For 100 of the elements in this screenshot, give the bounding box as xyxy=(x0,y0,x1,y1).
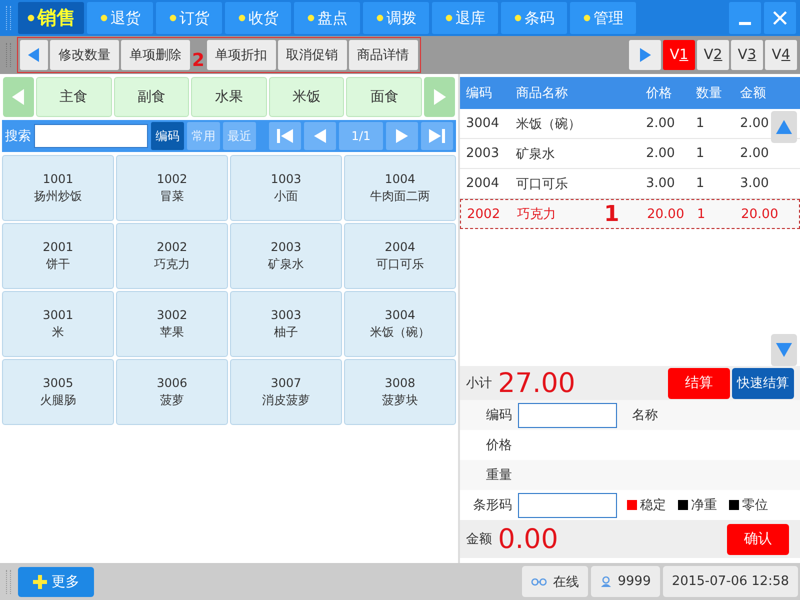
code-field[interactable] xyxy=(518,402,617,428)
product-button[interactable]: 3002 苹果 xyxy=(116,291,228,357)
product-button[interactable]: 2003 矿泉水 xyxy=(230,223,342,289)
more-button[interactable]: 更多 xyxy=(18,566,94,596)
tab-icon xyxy=(444,14,452,22)
table-cell-text: 3.00 xyxy=(646,176,676,191)
prev-page-button[interactable] xyxy=(304,122,336,150)
tab-icon xyxy=(514,14,522,22)
left-arrow-icon xyxy=(28,48,40,62)
product-button[interactable]: 1004 牛肉面二两 xyxy=(344,155,456,221)
first-page-icon xyxy=(277,129,293,143)
table-cell-text: 2004 xyxy=(465,176,500,191)
tab-icon xyxy=(376,14,384,22)
last-page-icon xyxy=(429,129,445,143)
table-cell-text: 2.00 xyxy=(740,146,770,161)
version-button[interactable]: V4 xyxy=(765,40,797,70)
link-icon xyxy=(530,578,547,586)
category-next-button[interactable] xyxy=(424,77,455,117)
close-button[interactable] xyxy=(764,2,796,34)
toolbar-button[interactable]: 单项折扣 xyxy=(206,40,276,70)
up-arrow-icon xyxy=(776,120,792,134)
close-icon xyxy=(772,10,788,26)
table-cell-text: 可口可乐 xyxy=(516,176,569,192)
version-button[interactable]: V3 xyxy=(731,40,763,70)
barcode-field[interactable] xyxy=(518,492,617,518)
tab-icon xyxy=(100,14,108,22)
code-label: 编码 xyxy=(485,407,512,424)
table-cell-text: 矿泉水 xyxy=(516,146,556,162)
menu-tab[interactable]: 销售 xyxy=(18,2,84,34)
product-button[interactable]: 3005 火腿肠 xyxy=(2,359,114,425)
user-icon xyxy=(600,576,612,588)
table-cell-text: 2.00 xyxy=(740,116,770,131)
table-cell-text: 20.00 xyxy=(741,206,780,222)
product-button[interactable]: 3006 菠萝 xyxy=(116,359,228,425)
next-page-button[interactable] xyxy=(386,122,418,150)
minimize-button[interactable] xyxy=(729,2,761,34)
barcode-label: 条形码 xyxy=(472,497,512,514)
table-cell-text: 3.00 xyxy=(740,176,770,191)
product-button[interactable]: 3001 米 xyxy=(2,291,114,357)
indicator-label: 稳定 xyxy=(640,497,666,514)
down-arrow-icon xyxy=(776,343,792,357)
annotation-number: 1 xyxy=(604,204,620,226)
search-field[interactable] xyxy=(34,124,148,148)
product-button[interactable]: 2002 巧克力 xyxy=(116,223,228,289)
product-button[interactable]: 2004 可口可乐 xyxy=(344,223,456,289)
table-cell-text: 巧克力 xyxy=(517,206,557,223)
tab-icon xyxy=(306,14,314,22)
amount-value: 0.00 xyxy=(498,524,558,554)
toolbar-button[interactable]: 取消促销 xyxy=(278,40,347,70)
scroll-up-button[interactable] xyxy=(771,111,797,143)
category-prev-button[interactable] xyxy=(3,77,34,117)
minimize-icon xyxy=(739,22,751,24)
page-indicator: 1/1 xyxy=(339,122,383,150)
confirm-button[interactable]: 确认 xyxy=(727,524,789,554)
plus-icon xyxy=(32,574,46,588)
name-label: 名称 xyxy=(632,407,658,424)
tab-icon xyxy=(26,14,34,22)
search-mode-button[interactable]: 编码 xyxy=(151,122,184,150)
column-header: 编码 xyxy=(465,85,493,102)
settle-button[interactable]: 结算 xyxy=(668,368,730,398)
category-button[interactable]: 米饭 xyxy=(268,77,344,117)
table-cell-text: 2002 xyxy=(466,206,502,222)
table-cell-text: 1 xyxy=(696,146,706,161)
clock: 2015-07-06 12:58 xyxy=(662,566,798,597)
scroll-left-button[interactable] xyxy=(20,40,48,70)
order-row[interactable]: 2002 巧克力 1 20.00 1 20.00 xyxy=(460,199,800,229)
product-button[interactable]: 3003 柚子 xyxy=(230,291,342,357)
online-status: 在线 xyxy=(522,566,588,597)
first-page-button[interactable] xyxy=(269,122,301,150)
category-button[interactable]: 面食 xyxy=(346,77,422,117)
scroll-right-button[interactable] xyxy=(629,40,661,70)
category-button[interactable]: 主食 xyxy=(36,77,112,117)
column-header: 金额 xyxy=(740,85,767,102)
toolbar-button[interactable]: 修改数量 xyxy=(50,40,119,70)
version-button[interactable]: V2 xyxy=(697,40,729,70)
product-button[interactable]: 1001 扬州炒饭 xyxy=(2,155,114,221)
version-button[interactable]: V1 xyxy=(663,40,695,70)
left-arrow-icon xyxy=(314,129,326,143)
product-button[interactable]: 1002 冒菜 xyxy=(116,155,228,221)
toolbar-button[interactable]: 商品详情 xyxy=(348,40,418,70)
product-button[interactable]: 3007 消皮菠萝 xyxy=(230,359,342,425)
category-button[interactable]: 水果 xyxy=(191,77,267,117)
product-button[interactable]: 3004 米饭（碗） xyxy=(344,291,456,357)
scroll-down-button[interactable] xyxy=(771,334,797,366)
product-button[interactable]: 1003 小面 xyxy=(230,155,342,221)
toolbar-button[interactable]: 单项删除 xyxy=(121,40,190,70)
tab-icon xyxy=(582,14,590,22)
last-page-button[interactable] xyxy=(421,122,453,150)
table-cell-text: 米饭（碗） xyxy=(516,116,582,132)
column-header: 价格 xyxy=(646,85,673,102)
search-label: 搜索 xyxy=(5,128,31,145)
category-button[interactable]: 副食 xyxy=(114,77,190,117)
table-cell-text: 2.00 xyxy=(646,146,676,161)
table-cell-text: 2003 xyxy=(465,146,500,161)
product-button[interactable]: 3008 菠萝块 xyxy=(344,359,456,425)
quick-settle-button[interactable]: 快速结算 xyxy=(732,368,794,398)
table-cell-text: 3004 xyxy=(465,116,500,131)
product-button[interactable]: 2001 饼干 xyxy=(2,223,114,289)
right-arrow-icon xyxy=(396,129,408,143)
table-cell-text: 1 xyxy=(696,176,706,191)
